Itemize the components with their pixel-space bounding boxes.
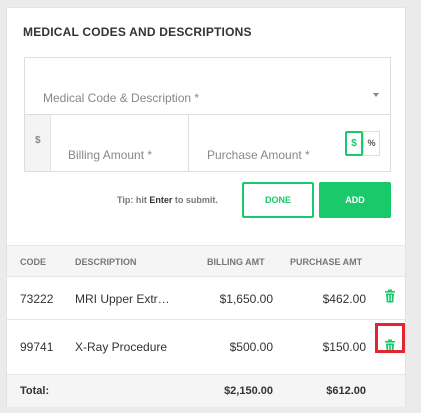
table-row: 73222 MRI Upper Extr… $1,650.00 $462.00 xyxy=(7,277,405,320)
medical-code-placeholder: Medical Code & Description * xyxy=(43,91,200,105)
medical-code-select[interactable]: Medical Code & Description * xyxy=(25,58,390,115)
table-header: CODE DESCRIPTION BILLING AMT PURCHASE AM… xyxy=(7,245,405,277)
field-divider xyxy=(188,115,189,171)
medical-codes-card: MEDICAL CODES AND DESCRIPTIONS Medical C… xyxy=(6,7,406,407)
row-purchase: $462.00 xyxy=(322,292,366,306)
tip-key: Enter xyxy=(149,195,173,205)
row-code: 99741 xyxy=(20,340,54,354)
total-row: Total: $2,150.00 $612.00 xyxy=(7,375,405,407)
row-billing: $1,650.00 xyxy=(219,292,273,306)
purchase-amount-input[interactable]: Purchase Amount * xyxy=(207,148,310,162)
header-description: DESCRIPTION xyxy=(75,257,137,267)
row-description: X-Ray Procedure xyxy=(75,340,168,354)
total-billing: $2,150.00 xyxy=(224,385,273,397)
currency-prefix: $ xyxy=(25,115,51,171)
tip-prefix: Tip: hit xyxy=(117,195,150,205)
currency-prefix-label: $ xyxy=(35,135,41,146)
section-title: MEDICAL CODES AND DESCRIPTIONS xyxy=(23,25,252,39)
row-billing: $500.00 xyxy=(229,340,273,354)
dollar-toggle-button[interactable]: $ xyxy=(345,131,363,156)
row-description: MRI Upper Extr… xyxy=(75,292,170,306)
medical-code-form: Medical Code & Description * $ Billing A… xyxy=(24,57,391,172)
submit-tip: Tip: hit Enter to submit. xyxy=(117,195,218,205)
trash-icon[interactable] xyxy=(384,289,396,303)
delete-highlight-box xyxy=(375,323,405,353)
header-billing: BILLING AMT xyxy=(207,257,265,267)
row-code: 73222 xyxy=(20,292,54,306)
chevron-down-icon xyxy=(373,93,379,97)
total-purchase: $612.00 xyxy=(326,385,366,397)
percent-toggle-button[interactable]: % xyxy=(363,131,380,156)
header-purchase: PURCHASE AMT xyxy=(290,257,363,267)
tip-suffix: to submit. xyxy=(172,195,218,205)
table-row: 99741 X-Ray Procedure $500.00 $150.00 xyxy=(7,320,405,375)
done-button[interactable]: DONE xyxy=(242,182,314,218)
add-button[interactable]: ADD xyxy=(319,182,391,218)
row-purchase: $150.00 xyxy=(322,340,366,354)
total-label: Total: xyxy=(20,385,50,397)
billing-amount-input[interactable]: Billing Amount * xyxy=(68,148,152,162)
header-code: CODE xyxy=(20,257,47,267)
